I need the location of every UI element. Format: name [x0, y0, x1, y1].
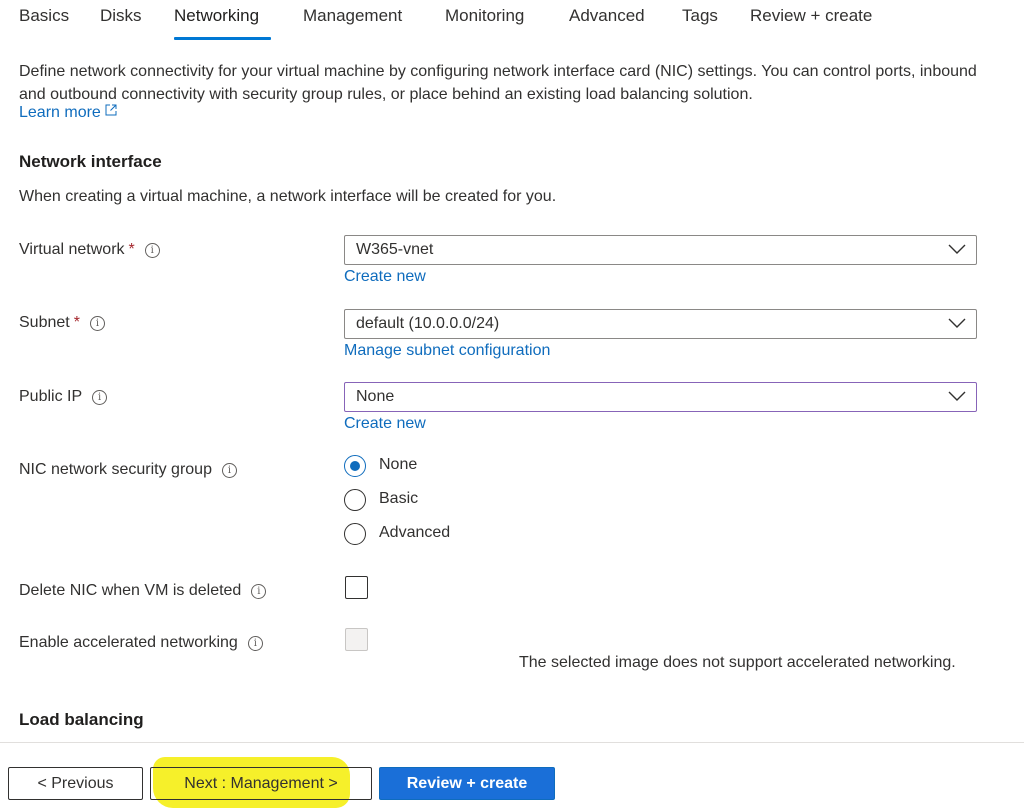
virtual-network-label-text: Virtual network — [19, 241, 125, 258]
create-new-public-ip-link[interactable]: Create new — [344, 415, 426, 433]
public-ip-select[interactable]: None — [344, 382, 977, 412]
info-icon[interactable]: i — [92, 390, 108, 405]
tab-advanced[interactable]: Advanced — [569, 6, 645, 26]
tab-disks[interactable]: Disks — [100, 6, 142, 26]
info-icon[interactable]: i — [251, 584, 267, 599]
page-description: Define network connectivity for your vir… — [19, 63, 977, 103]
nsg-label: NIC network security group i — [19, 461, 237, 479]
manage-subnet-link[interactable]: Manage subnet configuration — [344, 342, 550, 360]
info-icon[interactable]: i — [89, 316, 105, 331]
tab-management[interactable]: Management — [303, 6, 402, 26]
subnet-label: Subnet * i — [19, 314, 105, 332]
virtual-network-select[interactable]: W365-vnet — [344, 235, 977, 265]
learn-more-label: Learn more — [19, 104, 101, 121]
virtual-network-value: W365-vnet — [356, 241, 434, 258]
public-ip-label-text: Public IP — [19, 388, 83, 405]
chevron-down-icon — [948, 389, 966, 408]
chevron-down-icon — [948, 316, 966, 335]
network-interface-subtext: When creating a virtual machine, a netwo… — [19, 188, 557, 205]
subnet-label-text: Subnet — [19, 314, 70, 331]
load-balancing-heading: Load balancing — [19, 710, 144, 729]
subnet-value: default (10.0.0.0/24) — [356, 315, 500, 332]
accelerated-networking-label: Enable accelerated networking i — [19, 634, 263, 652]
accelerated-networking-checkbox — [345, 628, 368, 651]
radio-button-checked[interactable] — [344, 455, 366, 477]
required-asterisk: * — [73, 314, 80, 331]
info-icon[interactable]: i — [221, 463, 237, 478]
footer-divider — [0, 742, 1024, 743]
accelerated-networking-note: The selected image does not support acce… — [519, 654, 956, 671]
virtual-network-label: Virtual network * i — [19, 241, 160, 259]
nsg-option-label: None — [379, 456, 418, 473]
info-icon[interactable]: i — [247, 636, 263, 651]
active-tab-indicator — [174, 37, 271, 40]
tab-tags[interactable]: Tags — [682, 6, 718, 26]
learn-more-link[interactable]: Learn more — [19, 103, 117, 122]
public-ip-value: None — [356, 388, 395, 405]
review-create-button[interactable]: Review + create — [379, 767, 555, 800]
info-icon[interactable]: i — [144, 243, 160, 258]
radio-button[interactable] — [344, 489, 366, 511]
public-ip-label: Public IP i — [19, 388, 108, 406]
external-link-icon — [105, 103, 117, 121]
wizard-tabs: Basics Disks Networking Management Monit… — [0, 0, 1024, 42]
delete-nic-checkbox[interactable] — [345, 576, 368, 599]
subnet-select[interactable]: default (10.0.0.0/24) — [344, 309, 977, 339]
previous-button[interactable]: < Previous — [8, 767, 143, 800]
nsg-option-label: Advanced — [379, 524, 451, 541]
nsg-label-text: NIC network security group — [19, 461, 212, 478]
tab-networking[interactable]: Networking — [174, 6, 259, 26]
tab-review-create[interactable]: Review + create — [750, 6, 872, 26]
radio-button[interactable] — [344, 523, 366, 545]
accelerated-networking-label-text: Enable accelerated networking — [19, 634, 238, 651]
delete-nic-label: Delete NIC when VM is deleted i — [19, 582, 267, 600]
tab-monitoring[interactable]: Monitoring — [445, 6, 524, 26]
delete-nic-label-text: Delete NIC when VM is deleted — [19, 582, 242, 599]
required-asterisk: * — [128, 241, 135, 258]
tab-basics[interactable]: Basics — [19, 6, 69, 26]
create-new-vnet-link[interactable]: Create new — [344, 268, 426, 286]
network-interface-heading: Network interface — [19, 152, 162, 171]
nsg-option-label: Basic — [379, 490, 419, 507]
next-management-button[interactable]: Next : Management > — [150, 767, 372, 800]
chevron-down-icon — [948, 242, 966, 261]
